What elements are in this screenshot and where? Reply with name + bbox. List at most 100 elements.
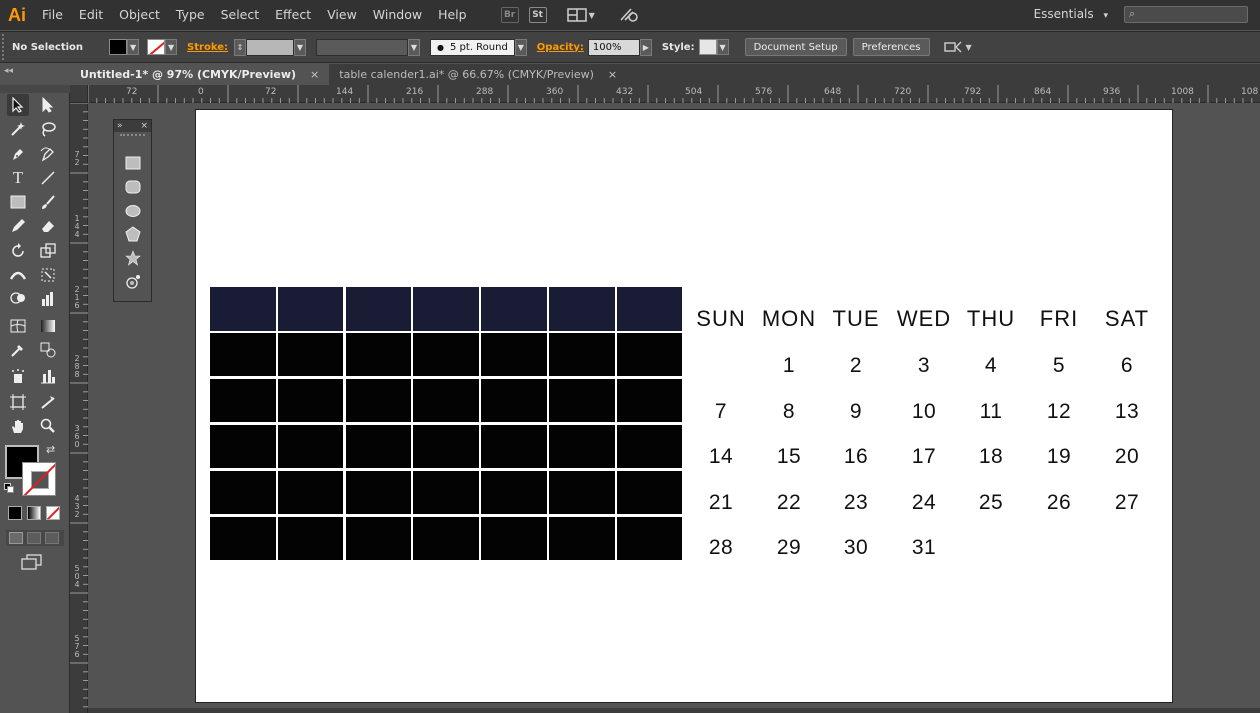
table-cell[interactable]: [413, 516, 479, 560]
tab-table-calender1[interactable]: table calender1.ai* @ 66.67% (CMYK/Previ…: [329, 64, 627, 85]
table-header-cell[interactable]: [481, 287, 547, 331]
gpu-performance-icon[interactable]: [619, 6, 639, 25]
gradient-tool-icon[interactable]: [37, 315, 59, 337]
stroke-label[interactable]: Stroke:: [187, 42, 228, 53]
arrange-documents-icon[interactable]: ▼: [566, 8, 595, 22]
rectangle-tool-icon[interactable]: [7, 191, 29, 213]
table-header-cell[interactable]: [277, 287, 344, 331]
table-header-cell[interactable]: [210, 287, 276, 331]
table-cell[interactable]: [413, 332, 479, 377]
chevron-down-icon[interactable]: ▼: [294, 38, 306, 56]
menu-file[interactable]: File: [34, 0, 71, 30]
table-cell[interactable]: [277, 470, 344, 515]
chevron-down-icon[interactable]: ▼: [514, 38, 527, 56]
table-cell[interactable]: [481, 516, 547, 560]
chevron-down-icon[interactable]: ▼: [408, 38, 420, 56]
table-cell[interactable]: [345, 470, 412, 515]
graph-tool-icon[interactable]: [37, 288, 59, 310]
stroke-none-swatch[interactable]: [147, 39, 166, 55]
polygon-tool-icon[interactable]: [124, 225, 142, 243]
opacity-label[interactable]: Opacity:: [537, 42, 584, 53]
table-cell[interactable]: [481, 424, 547, 469]
table-cell[interactable]: [616, 470, 683, 515]
table-cell[interactable]: [413, 470, 479, 515]
bridge-button[interactable]: Br: [500, 7, 519, 23]
close-icon[interactable]: ×: [140, 121, 148, 131]
star-tool-icon[interactable]: [124, 249, 142, 267]
stock-button[interactable]: St: [528, 7, 547, 23]
table-cell[interactable]: [277, 516, 344, 560]
direct-selection-tool-icon[interactable]: [37, 94, 59, 116]
document-setup-button[interactable]: Document Setup: [744, 38, 847, 56]
table-cell[interactable]: [345, 378, 412, 423]
type-tool-icon[interactable]: T: [7, 167, 29, 189]
table-cell[interactable]: [549, 424, 615, 469]
chevron-right-icon[interactable]: ▶: [639, 38, 652, 56]
eraser-tool-icon[interactable]: [37, 215, 59, 237]
rounded-rectangle-tool-icon[interactable]: [124, 178, 142, 196]
table-cell[interactable]: [549, 332, 615, 377]
menu-view[interactable]: View: [319, 0, 365, 30]
tab-untitled-1[interactable]: Untitled-1* @ 97% (CMYK/Preview) ×: [70, 64, 330, 85]
none-mode-icon[interactable]: [46, 506, 60, 520]
default-fill-stroke-icon[interactable]: [4, 483, 14, 493]
help-search-input[interactable]: ⌕: [1124, 6, 1248, 23]
horizontal-ruler[interactable]: 72 0 72 144 216 288 360 432 504 576 648 …: [88, 85, 1260, 103]
shape-builder-tool-icon[interactable]: [7, 288, 29, 310]
profile-field[interactable]: [316, 38, 408, 56]
symbol-sprayer-tool-icon[interactable]: [7, 365, 29, 387]
rectangle-tool-icon[interactable]: [124, 154, 142, 172]
screen-mode-icon[interactable]: [21, 554, 43, 574]
lasso-tool-icon[interactable]: [37, 118, 59, 140]
draw-inside-icon[interactable]: [45, 532, 59, 544]
table-cell[interactable]: [210, 424, 276, 469]
pen-tool-icon[interactable]: [7, 143, 29, 165]
blend-tool-icon[interactable]: [37, 339, 59, 361]
table-cell[interactable]: [210, 332, 276, 377]
line-segment-tool-icon[interactable]: [37, 167, 59, 189]
draw-behind-icon[interactable]: [27, 532, 41, 544]
table-cell[interactable]: [277, 424, 344, 469]
preferences-button[interactable]: Preferences: [852, 38, 930, 56]
table-cell[interactable]: [413, 424, 479, 469]
graphic-style-control[interactable]: ▼: [698, 39, 729, 55]
pencil-tool-icon[interactable]: [7, 215, 29, 237]
workspace-switcher[interactable]: Essentials ▾: [1034, 7, 1108, 21]
flare-tool-icon[interactable]: [124, 273, 142, 291]
free-transform-tool-icon[interactable]: [37, 264, 59, 286]
table-cell[interactable]: [616, 516, 683, 560]
table-cell[interactable]: [481, 332, 547, 377]
artboard-tool-icon[interactable]: [7, 391, 29, 413]
stroke-color-swatch[interactable]: [22, 462, 56, 496]
gradient-mode-icon[interactable]: [27, 506, 41, 520]
table-cell[interactable]: [210, 470, 276, 515]
paintbrush-tool-icon[interactable]: [37, 191, 59, 213]
scroll-bar[interactable]: [88, 708, 1260, 713]
table-header-cell[interactable]: [413, 287, 479, 331]
table-cell[interactable]: [616, 332, 683, 377]
ellipse-tool-icon[interactable]: [124, 202, 142, 220]
table-cell[interactable]: [345, 424, 412, 469]
mesh-tool-icon[interactable]: [7, 315, 29, 337]
table-cell[interactable]: [616, 424, 683, 469]
close-icon[interactable]: ×: [310, 68, 319, 81]
chevron-down-icon[interactable]: ▼: [127, 39, 140, 55]
fill-color-control[interactable]: ▼: [109, 39, 140, 55]
hand-tool-icon[interactable]: [7, 415, 29, 437]
brush-field[interactable]: ● 5 pt. Round: [430, 38, 515, 56]
eyedropper-tool-icon[interactable]: [7, 339, 29, 361]
flyout-header[interactable]: » ×: [114, 120, 151, 132]
zoom-tool-icon[interactable]: [37, 415, 59, 437]
slice-tool-icon[interactable]: [37, 391, 59, 413]
opacity-control[interactable]: 100% ▶: [587, 38, 652, 56]
calendar-table-graphic[interactable]: [210, 287, 683, 560]
collapse-icon[interactable]: »: [117, 121, 123, 131]
table-cell[interactable]: [616, 378, 683, 423]
scale-tool-icon[interactable]: [37, 240, 59, 262]
stroke-weight-stepper[interactable]: ⇕ ▼: [234, 38, 306, 56]
align-options-icon[interactable]: ▼: [943, 40, 972, 54]
table-cell[interactable]: [549, 378, 615, 423]
table-cell[interactable]: [210, 378, 276, 423]
selection-tool-icon[interactable]: [7, 94, 29, 116]
table-header-cell[interactable]: [345, 287, 412, 331]
